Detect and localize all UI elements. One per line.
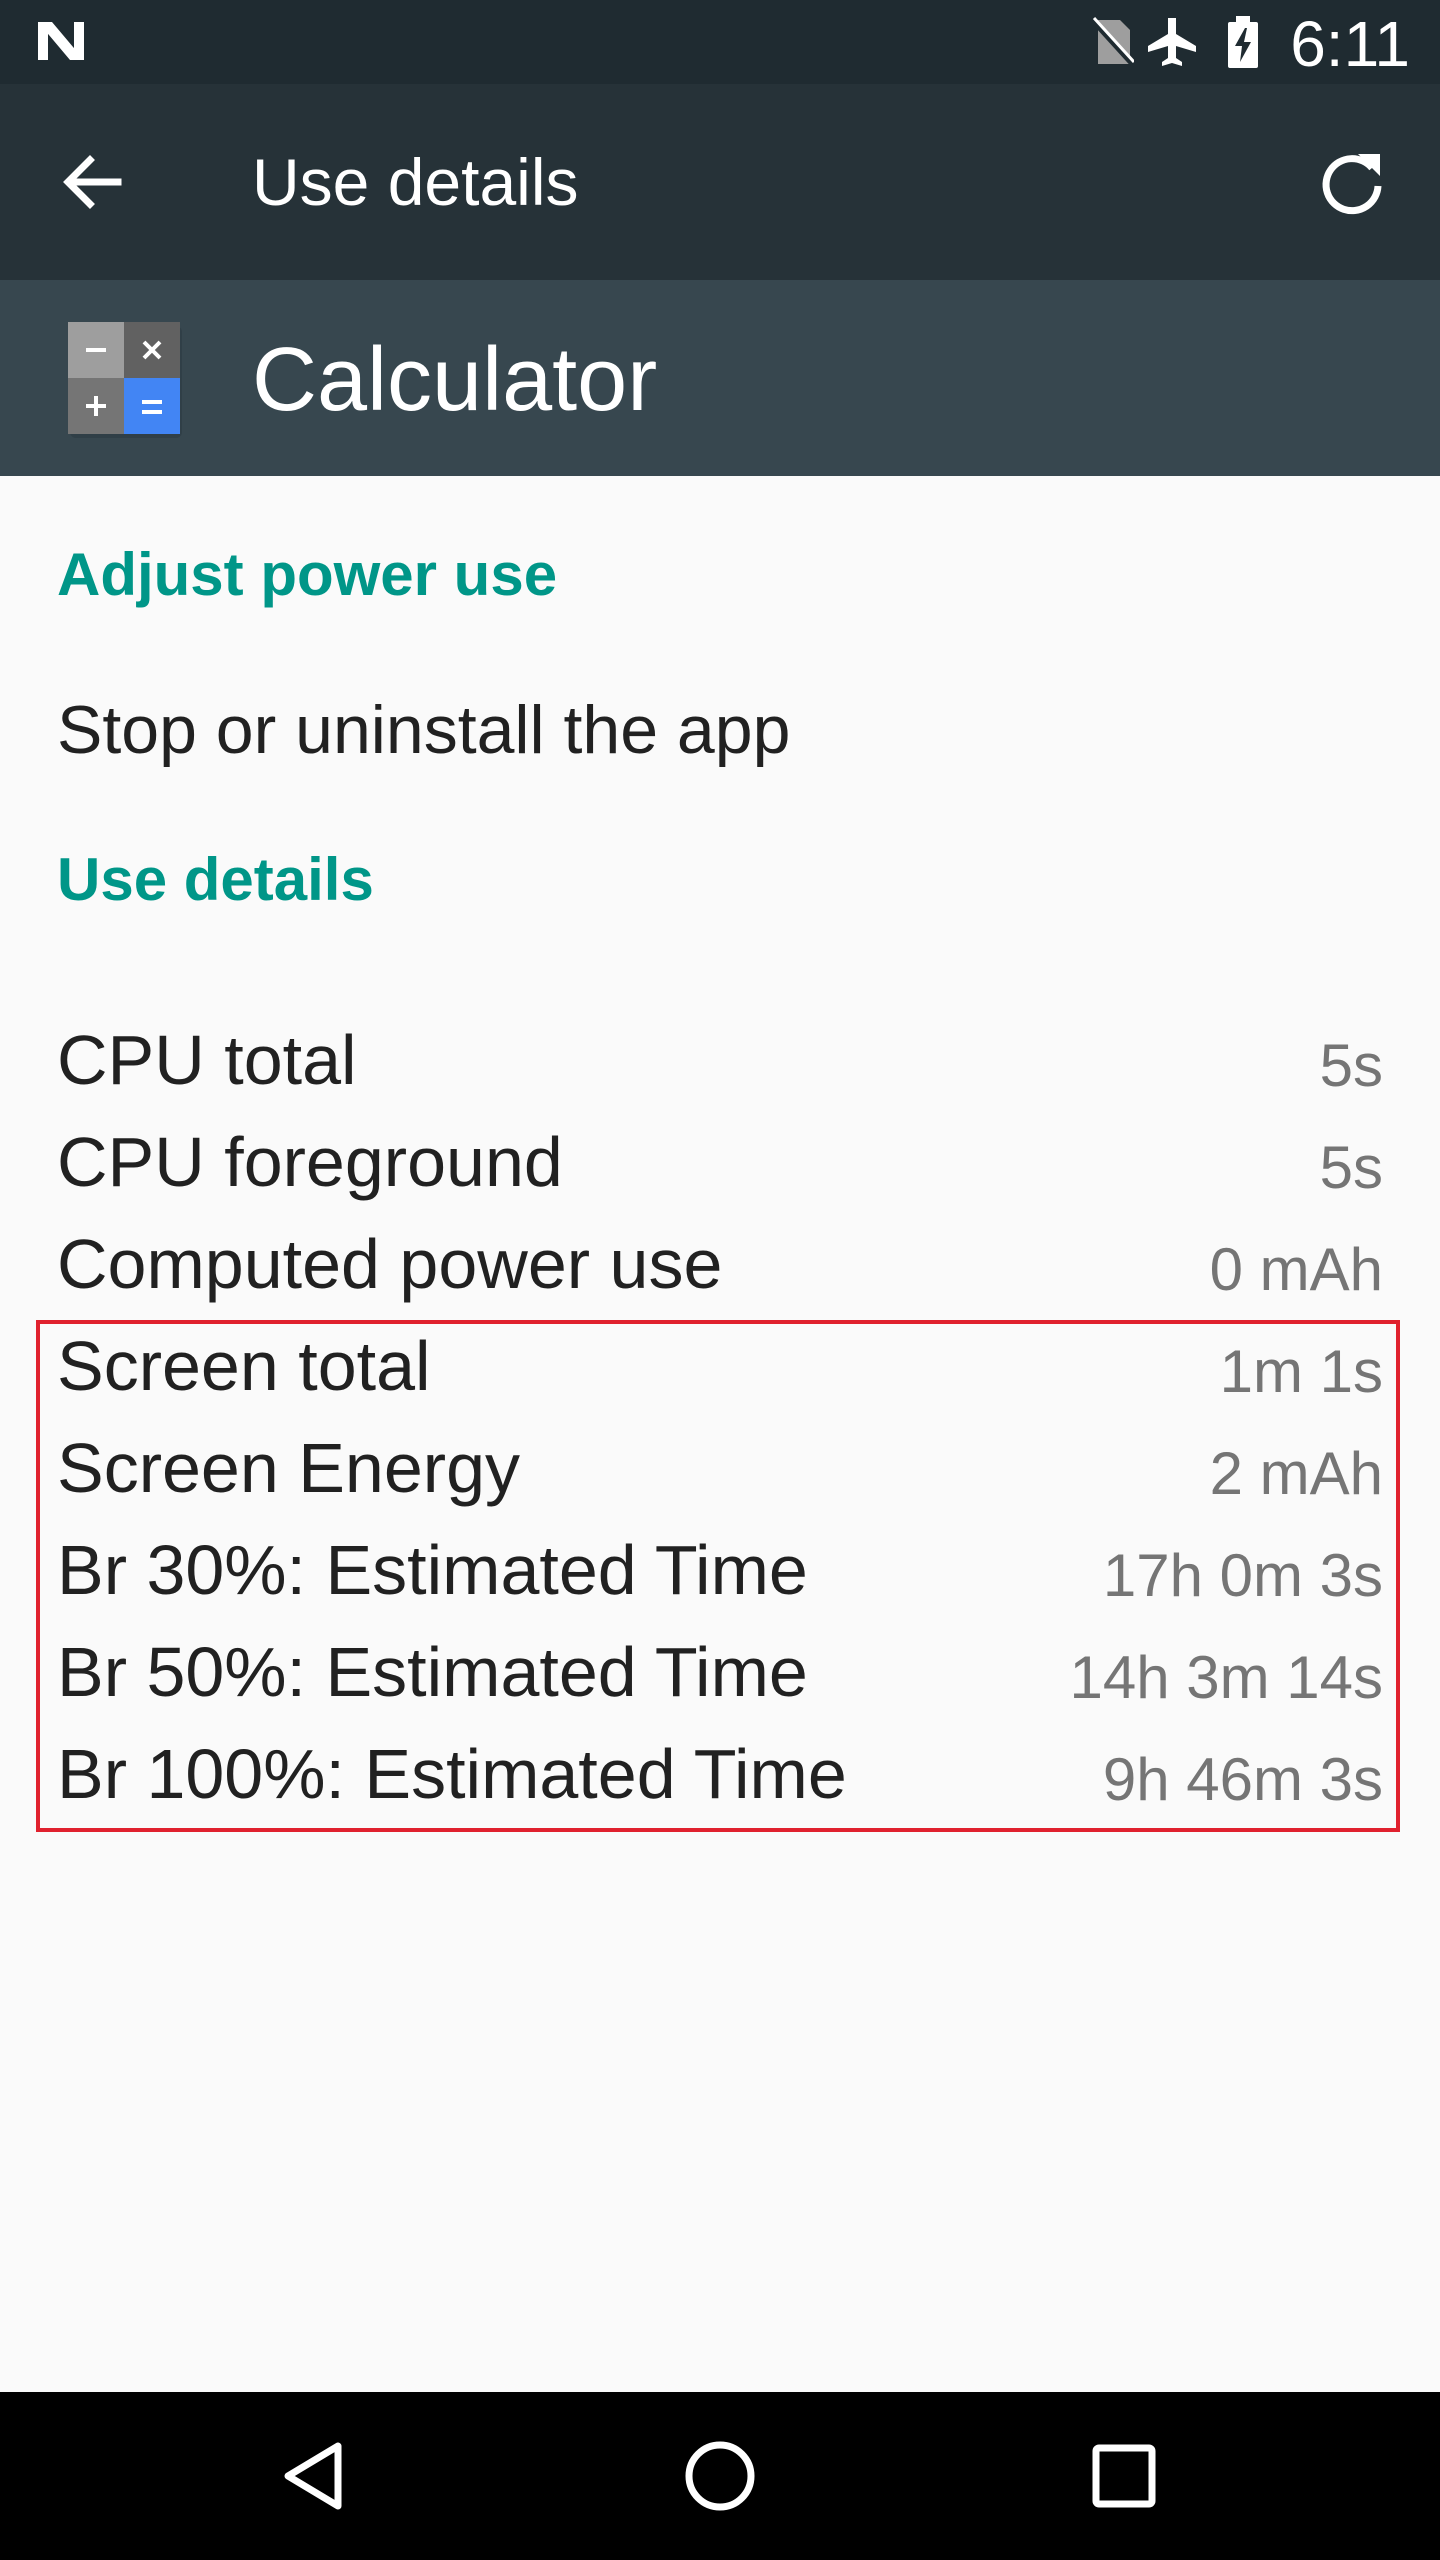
detail-label: Br 100%: Estimated Time xyxy=(57,1735,847,1813)
detail-label: Br 50%: Estimated Time xyxy=(57,1633,808,1711)
detail-label: CPU total xyxy=(57,1021,357,1099)
page-title: Use details xyxy=(252,145,579,219)
stop-or-uninstall-item[interactable]: Stop or uninstall the app xyxy=(57,690,790,770)
home-circle-icon[interactable] xyxy=(670,2426,770,2526)
detail-row-br100-estimated-time: Br 100%: Estimated Time 9h 46m 3s xyxy=(57,1724,1383,1824)
detail-label: Computed power use xyxy=(57,1225,723,1303)
app-header: Calculator xyxy=(0,280,1440,476)
battery-charging-icon xyxy=(1228,16,1258,68)
detail-value: 0 mAh xyxy=(1209,1236,1383,1303)
detail-label: Screen total xyxy=(57,1327,431,1405)
detail-label: CPU foreground xyxy=(57,1123,563,1201)
toolbar: Use details xyxy=(0,84,1440,280)
status-time: 6:11 xyxy=(1290,8,1410,80)
detail-value: 2 mAh xyxy=(1209,1440,1383,1507)
detail-row-br30-estimated-time: Br 30%: Estimated Time 17h 0m 3s xyxy=(57,1520,1383,1620)
section-use-details: Use details xyxy=(57,846,374,913)
detail-value: 1m 1s xyxy=(1219,1338,1383,1405)
n-logo-icon xyxy=(38,22,84,60)
detail-row-computed-power-use: Computed power use 0 mAh xyxy=(57,1214,1383,1314)
detail-value: 5s xyxy=(1319,1032,1383,1099)
airplane-mode-icon xyxy=(1148,18,1196,66)
detail-label: Screen Energy xyxy=(57,1429,521,1507)
back-arrow-icon[interactable] xyxy=(52,142,132,222)
detail-value: 9h 46m 3s xyxy=(1102,1746,1383,1813)
detail-row-br50-estimated-time: Br 50%: Estimated Time 14h 3m 14s xyxy=(57,1622,1383,1722)
navigation-bar xyxy=(0,2392,1440,2560)
status-bar: 6:11 xyxy=(0,0,1440,84)
recents-square-icon[interactable] xyxy=(1074,2426,1174,2526)
back-triangle-icon[interactable] xyxy=(266,2426,366,2526)
no-sim-icon xyxy=(1090,16,1134,66)
app-name: Calculator xyxy=(252,330,658,430)
section-adjust-power-use: Adjust power use xyxy=(57,541,558,608)
refresh-icon[interactable] xyxy=(1312,142,1392,222)
detail-row-cpu-total: CPU total 5s xyxy=(57,1010,1383,1110)
detail-value: 5s xyxy=(1319,1134,1383,1201)
detail-row-cpu-foreground: CPU foreground 5s xyxy=(57,1112,1383,1212)
calculator-icon xyxy=(68,322,182,438)
detail-value: 14h 3m 14s xyxy=(1069,1644,1383,1711)
detail-value: 17h 0m 3s xyxy=(1102,1542,1383,1609)
detail-row-screen-total: Screen total 1m 1s xyxy=(57,1316,1383,1416)
detail-label: Br 30%: Estimated Time xyxy=(57,1531,808,1609)
detail-row-screen-energy: Screen Energy 2 mAh xyxy=(57,1418,1383,1518)
